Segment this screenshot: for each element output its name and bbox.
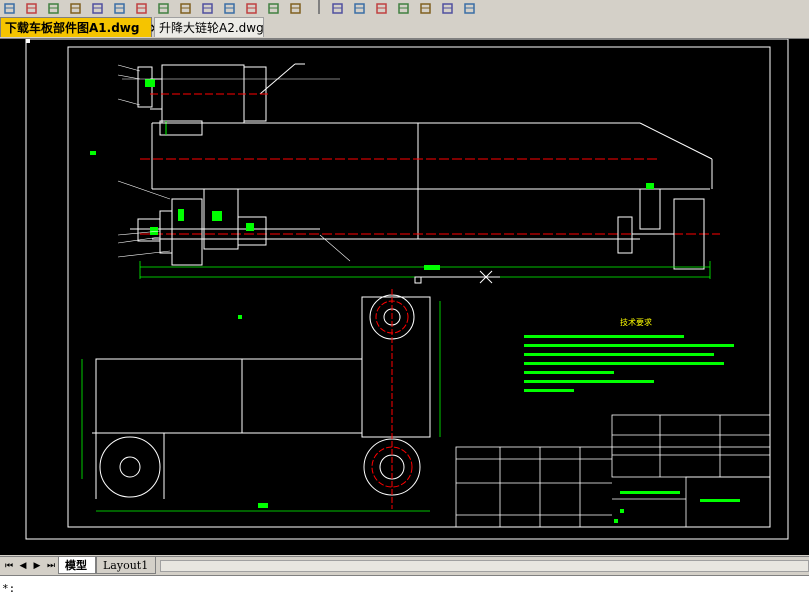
toolbar-separator [318, 0, 320, 14]
crosshair-cursor [414, 270, 500, 284]
view-label [238, 315, 242, 319]
previous-layout-button[interactable]: ◀ [18, 560, 28, 572]
properties-icon[interactable] [352, 0, 367, 14]
tech-requirements-text [524, 335, 734, 392]
front-view-red [371, 289, 413, 509]
title-block-text [614, 491, 740, 523]
zoom-window-icon[interactable] [288, 0, 303, 14]
front-view [92, 294, 431, 499]
sheet-border [25, 39, 789, 540]
tech-requirements-title: 技术要求 [620, 317, 652, 327]
first-layout-button[interactable]: ⏮ [4, 560, 14, 572]
command-prompt: *: [2, 582, 16, 595]
motor-assembly [137, 63, 305, 136]
tab-drawing-2[interactable]: 升降大链轮A2.dwg [154, 17, 264, 37]
tab-label: 升降大链轮A2.dwg [159, 21, 264, 35]
point-icon[interactable] [440, 0, 455, 14]
title-block [455, 414, 771, 528]
pan-icon[interactable] [244, 0, 259, 14]
distance-icon[interactable] [418, 0, 433, 14]
standard-toolbar [0, 0, 809, 15]
dimension-text [258, 503, 268, 508]
tab-label: 下载车板部件图A1.dwg [5, 21, 140, 35]
view-label [90, 151, 96, 155]
green-marker [145, 79, 155, 87]
undo-icon[interactable] [200, 0, 215, 14]
match-icon[interactable] [178, 0, 193, 14]
cad-drawing: 技术要求 [25, 39, 789, 540]
tool-palette-icon[interactable] [396, 0, 411, 14]
cut-icon[interactable] [112, 0, 127, 14]
preview-icon[interactable] [68, 0, 83, 14]
corner-marker [26, 39, 30, 43]
zoom-icon[interactable] [266, 0, 281, 14]
layout-tab-bar: ⏮ ◀ ▶ ⏭ 模型 Layout1 [0, 556, 809, 575]
line-icon[interactable] [462, 0, 477, 14]
next-layout-button[interactable]: ▶ [32, 560, 42, 572]
document-tab-bar: 下载车板部件图A1.dwg × 升降大链轮A2.dwg [0, 14, 809, 39]
dimension-text [424, 265, 440, 270]
open-icon[interactable] [2, 0, 17, 14]
green-marker [646, 183, 654, 189]
right-end-assembly [617, 188, 705, 270]
design-center-icon[interactable] [374, 0, 389, 14]
drawing-canvas[interactable]: 技术要求 [0, 39, 809, 555]
redo-icon[interactable] [222, 0, 237, 14]
command-line[interactable]: *: [0, 575, 809, 604]
plot-icon[interactable] [90, 0, 105, 14]
front-view-dims [81, 301, 441, 512]
zoom-previous-icon[interactable] [330, 0, 345, 14]
horizontal-scrollbar[interactable] [160, 560, 809, 572]
drive-assembly [130, 188, 320, 266]
tab-layout1[interactable]: Layout1 [96, 557, 156, 574]
print-icon[interactable] [46, 0, 61, 14]
tab-model[interactable]: 模型 [58, 557, 96, 574]
save-icon[interactable] [24, 0, 39, 14]
paste-icon[interactable] [156, 0, 171, 14]
copy-icon[interactable] [134, 0, 149, 14]
last-layout-button[interactable]: ⏭ [46, 560, 56, 572]
tab-drawing-1[interactable]: 下载车板部件图A1.dwg × [0, 17, 160, 37]
